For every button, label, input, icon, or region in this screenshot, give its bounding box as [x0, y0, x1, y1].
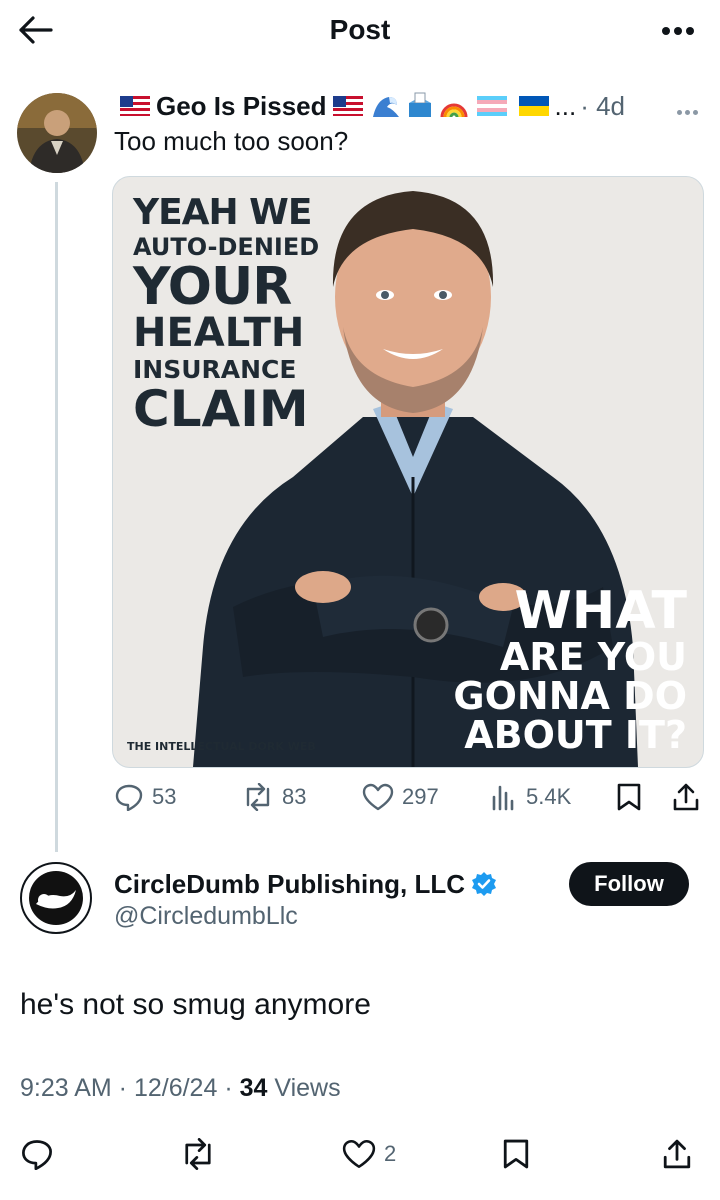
- author-name: CircleDumb Publishing, LLC: [114, 868, 466, 899]
- like-icon: [362, 783, 394, 811]
- like-count: 2: [384, 1141, 397, 1166]
- headline-line: INSURANCE: [133, 355, 297, 384]
- share-button[interactable]: [662, 1134, 700, 1174]
- views-label: Views: [274, 1074, 341, 1102]
- name-overflow: ...: [554, 90, 577, 121]
- like-button[interactable]: 297: [362, 780, 439, 814]
- rainbow-icon: [440, 103, 468, 118]
- wave-icon: [370, 91, 401, 121]
- headline-line: YOUR: [133, 257, 292, 317]
- quoted-post-text: Too much too soon?: [114, 126, 349, 156]
- reply-button[interactable]: 53: [114, 780, 176, 814]
- us-flag-icon: [332, 96, 363, 116]
- bookmark-icon: [617, 783, 641, 811]
- more-icon: [677, 110, 682, 115]
- views-icon: [492, 785, 514, 811]
- avatar[interactable]: [17, 93, 97, 173]
- headline-line: ARE YOU: [499, 635, 687, 680]
- post-meta: 9:23 AM · 12/6/24 · 34 Views: [20, 1074, 341, 1102]
- reply-button[interactable]: [20, 1134, 62, 1174]
- ukraine-flag-icon: [518, 96, 549, 116]
- quoted-author-name: Geo Is Pissed: [156, 90, 327, 121]
- quoted-author-row[interactable]: Geo Is Pissed ... · 4d: [114, 88, 625, 124]
- headline-line: YEAH WE: [133, 192, 312, 233]
- share-icon: [673, 783, 699, 811]
- avatar[interactable]: [20, 862, 92, 934]
- headline-line: CLAIM: [133, 380, 309, 438]
- page-title: Post: [329, 14, 391, 45]
- repost-count: 83: [282, 784, 307, 809]
- repost-button[interactable]: [180, 1134, 224, 1174]
- trans-flag-icon: [476, 96, 507, 116]
- reply-count: 53: [152, 784, 177, 809]
- ballot-box-icon: [408, 92, 431, 117]
- headline-line: GONNA DO: [453, 673, 687, 718]
- repost-icon: [246, 783, 270, 811]
- author-row[interactable]: CircleDumb Publishing, LLC: [114, 866, 497, 902]
- bookmark-icon: [503, 1139, 529, 1169]
- follow-button[interactable]: Follow: [569, 862, 689, 906]
- verified-badge-icon: [472, 872, 497, 896]
- repost-button[interactable]: 83: [242, 780, 306, 814]
- bookmark-button[interactable]: [502, 1134, 538, 1174]
- share-icon: [663, 1139, 691, 1169]
- post-image[interactable]: YEAH WE AUTO-DENIED YOUR HEALTH INSURANC…: [112, 176, 704, 768]
- more-icon: [662, 27, 670, 35]
- image-credit: THE INTELLECTUAL DORK WEB: [127, 740, 316, 753]
- like-count: 297: [402, 784, 439, 809]
- share-button[interactable]: [672, 780, 708, 814]
- quoted-post-time: · 4d: [580, 90, 626, 121]
- views-count: 5.4K: [526, 784, 572, 809]
- views-button[interactable]: 5.4K: [490, 780, 571, 814]
- bookmark-button[interactable]: [616, 780, 650, 814]
- us-flag-icon: [120, 96, 150, 116]
- view-count: 34: [239, 1074, 268, 1102]
- like-button[interactable]: 2: [342, 1134, 396, 1174]
- headline-left: YEAH WE AUTO-DENIED YOUR HEALTH INSURANC…: [133, 192, 320, 438]
- more-button[interactable]: [658, 22, 694, 40]
- quoted-more-button[interactable]: [674, 102, 698, 120]
- headline-line: HEALTH: [133, 310, 305, 356]
- like-icon: [342, 1139, 376, 1169]
- headline-line: ABOUT IT?: [464, 712, 687, 757]
- headline-line: AUTO-DENIED: [133, 233, 320, 261]
- post-date[interactable]: 12/6/24: [134, 1074, 217, 1102]
- author-handle[interactable]: @CircledumbLlc: [114, 902, 298, 931]
- quoted-action-bar: 53 83 297 5.4K: [114, 780, 704, 814]
- repost-icon: [185, 1138, 211, 1170]
- headline-right: WHAT ARE YOU GONNA DO ABOUT IT?: [453, 581, 687, 757]
- reply-icon: [115, 784, 143, 811]
- headline-line: WHAT: [514, 581, 687, 641]
- post-time[interactable]: 9:23 AM: [20, 1074, 112, 1102]
- post-action-bar: 2: [20, 1134, 700, 1174]
- post-text: he's not so smug anymore: [20, 988, 371, 1021]
- thread-line: [55, 182, 58, 852]
- reply-icon: [22, 1140, 52, 1170]
